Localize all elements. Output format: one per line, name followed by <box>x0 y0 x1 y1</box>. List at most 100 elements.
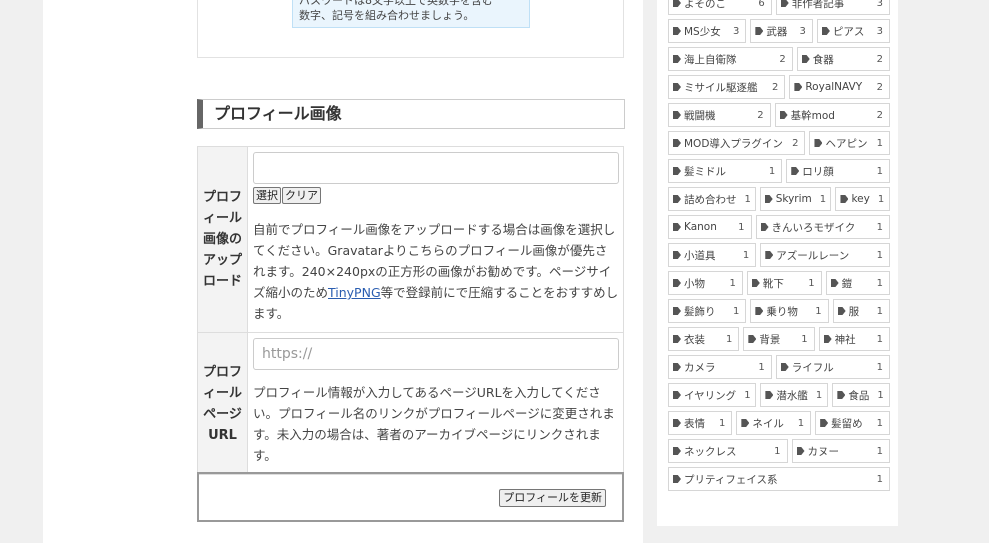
tag-link[interactable]: ヘアピン 1 <box>809 131 891 155</box>
tag-icon <box>821 27 830 35</box>
tag-link[interactable]: プリティフェイス系 1 <box>668 467 890 491</box>
tag-icon <box>837 391 846 399</box>
tag-link[interactable]: 鎧1 <box>825 271 890 295</box>
tag-link[interactable]: 非作者記事 3 <box>775 0 890 15</box>
tag-count: 1 <box>876 165 883 177</box>
tag-name: MOD導入プラグイン <box>684 137 783 150</box>
tag-name: 髪飾り <box>684 305 716 318</box>
tag-link[interactable]: MOD導入プラグイン 2 <box>668 131 806 155</box>
tag-link[interactable]: key 1 <box>835 187 890 211</box>
tag-count: 1 <box>815 389 823 401</box>
tag-count: 3 <box>732 25 740 37</box>
tag-name: 非作者記事 <box>791 0 845 10</box>
tag-count: 1 <box>801 333 808 345</box>
tag-link[interactable]: 海上自衛隊 2 <box>668 47 793 71</box>
tag-name: ロリ顔 <box>802 165 834 178</box>
tag-name: 表情 <box>684 417 705 430</box>
tag-link[interactable]: 食器 2 <box>796 47 890 71</box>
tag-link[interactable]: カヌー 1 <box>791 439 890 463</box>
tag-name: 潜水艦 <box>776 389 808 402</box>
profile-url-input[interactable]: https:// <box>253 338 619 370</box>
profile-form-table: プロフィール画像のアップロード 選択 クリア 自前でプロフィール画像をアップロード… <box>197 146 624 475</box>
tag-link[interactable]: アズールレーン 1 <box>760 243 891 267</box>
tag-name: Kanon <box>684 221 717 233</box>
tag-link[interactable]: ネイル 1 <box>736 411 812 435</box>
tag-link[interactable]: 衣装 1 <box>668 327 740 351</box>
tag-icon <box>741 419 750 427</box>
tag-link[interactable]: きんいろモザイク 1 <box>755 215 891 239</box>
tag-link[interactable]: イヤリング 1 <box>668 383 757 407</box>
tag-link[interactable]: 髪ミドル 1 <box>668 159 783 183</box>
profile-image-heading: プロフィール画像 <box>197 99 625 129</box>
tag-link[interactable]: 基幹mod 2 <box>774 103 891 127</box>
tag-name: Skyrim <box>775 193 812 205</box>
tag-icon <box>673 447 681 455</box>
tag-link[interactable]: Skyrim 1 <box>759 187 832 211</box>
tag-row: 表情 1 ネイル 1 髪留め 1 <box>668 411 890 435</box>
tag-count: 1 <box>725 333 733 345</box>
tag-name: 詰め合わせ <box>684 193 737 206</box>
tag-link[interactable]: Kanon 1 <box>668 215 752 239</box>
tag-link[interactable]: 靴下 1 <box>746 271 822 295</box>
tag-icon <box>794 83 803 91</box>
tag-link[interactable]: 髪飾り 1 <box>668 299 747 323</box>
tag-name: 戦闘機 <box>684 109 716 122</box>
tag-link[interactable]: 髪留め 1 <box>815 411 890 435</box>
tag-link[interactable]: 武器 3 <box>750 19 813 43</box>
tag-icon <box>755 307 764 315</box>
tag-icon <box>673 251 681 259</box>
tag-count: 1 <box>819 193 827 205</box>
url-cell: https:// プロフィール情報が入力してあるページURLを入力してください。… <box>247 332 624 475</box>
tag-link[interactable]: MS少女 3 <box>668 19 747 43</box>
tag-link[interactable]: 小道具 1 <box>668 243 757 267</box>
tag-link[interactable]: ロリ顔 1 <box>786 159 890 183</box>
url-description: プロフィール情報が入力してあるページURLを入力してください。プロフィール名のリ… <box>253 385 615 463</box>
tag-link[interactable]: 神社 1 <box>818 327 890 351</box>
tag-count: 1 <box>876 417 883 429</box>
tag-link[interactable]: 戦闘機 2 <box>668 103 771 127</box>
tag-link[interactable]: 詰め合わせ 1 <box>668 187 756 211</box>
password-help-note: パスワードは8文字以上で英数字を含む 数字、記号を組み合わせましょう。 <box>292 0 530 28</box>
tag-count: 3 <box>799 25 806 37</box>
tag-name: 髪ミドル <box>684 165 726 178</box>
tag-name: カヌー <box>807 445 840 458</box>
tag-count: 1 <box>877 389 884 401</box>
tag-name: ヘアピン <box>825 137 868 150</box>
tag-link[interactable]: 服1 <box>832 299 890 323</box>
tag-icon <box>820 419 829 427</box>
tag-count: 1 <box>876 277 883 289</box>
select-button[interactable]: 選択 <box>253 187 281 204</box>
tag-link[interactable]: ミサイル駆逐艦 2 <box>668 75 786 99</box>
tag-link[interactable]: 乗り物 1 <box>750 299 829 323</box>
tag-row: 戦闘機 2 基幹mod 2 <box>668 103 891 127</box>
tag-link[interactable]: ピアス 3 <box>816 19 891 43</box>
tinypng-link[interactable]: TinyPNG <box>328 285 381 300</box>
tag-name: 小道具 <box>684 249 716 262</box>
tag-link[interactable]: 潜水艦 1 <box>760 383 829 407</box>
tag-count: 1 <box>876 305 883 317</box>
tag-icon <box>830 279 839 287</box>
tag-count: 1 <box>742 249 750 261</box>
image-url-input[interactable] <box>253 152 619 184</box>
tag-name: 背景 <box>759 333 781 346</box>
tag-icon <box>780 0 789 7</box>
clear-button[interactable]: クリア <box>282 187 321 204</box>
tag-link[interactable]: ネックレス 1 <box>668 439 788 463</box>
tag-name: MS少女 <box>684 25 721 38</box>
tag-row: 衣装 1 背景 1 神社 1 <box>668 327 890 351</box>
tag-icon <box>673 363 681 371</box>
tag-link[interactable]: カメラ 1 <box>668 355 772 379</box>
tag-row: ネックレス 1 カヌー 1 <box>668 439 890 463</box>
tag-icon <box>764 195 773 203</box>
tag-link[interactable]: 小物 1 <box>668 271 743 295</box>
tag-link[interactable]: 食品 1 <box>832 383 890 407</box>
tag-link[interactable]: 背景 1 <box>743 327 815 351</box>
tag-link[interactable]: よそのこ 6 <box>668 0 772 15</box>
tag-count: 1 <box>876 445 883 457</box>
tag-icon <box>673 27 681 35</box>
update-profile-button[interactable]: プロフィールを更新 <box>499 489 606 507</box>
tag-link[interactable]: RoyalNAVY 2 <box>789 75 890 99</box>
tag-link[interactable]: ライフル 1 <box>775 355 890 379</box>
tag-icon <box>673 111 681 119</box>
tag-link[interactable]: 表情 1 <box>668 411 733 435</box>
